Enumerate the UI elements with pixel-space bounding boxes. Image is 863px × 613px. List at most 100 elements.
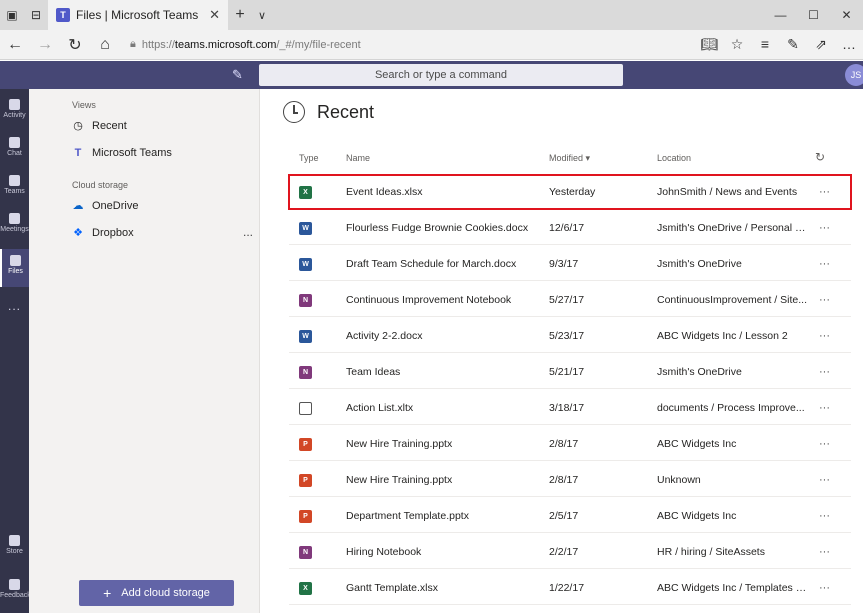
- file-row[interactable]: X Event Ideas.xlsx Yesterday JohnSmith / Ne…: [288, 174, 852, 210]
- cloud-storage-heading: Cloud storage: [72, 180, 129, 190]
- file-row[interactable]: W Activity 2-2.docx 5/23/17 ABC Widgets Inc…: [289, 319, 851, 353]
- maximize-icon[interactable]: ☐: [797, 8, 830, 22]
- calendar-icon: [9, 213, 20, 224]
- close-tab-icon[interactable]: ✕: [209, 7, 220, 23]
- file-row[interactable]: N Continuous Improvement Notebook 5/27/17 C…: [289, 283, 851, 317]
- nav-item-dropbox[interactable]: ❖ Dropbox: [72, 226, 134, 240]
- rail-item-chat[interactable]: Chat: [0, 137, 29, 167]
- file-row[interactable]: Action List.xltx 3/18/17 documents / Proce…: [289, 391, 851, 425]
- lock-icon: 🔒︎: [130, 38, 136, 50]
- file-name[interactable]: Flourless Fudge Brownie Cookies.docx: [346, 222, 536, 234]
- forward-icon[interactable]: →: [30, 36, 60, 54]
- rail-item-teams[interactable]: Teams: [0, 175, 29, 205]
- more-options-icon[interactable]: ···: [819, 294, 830, 306]
- plus-icon: +: [103, 585, 112, 601]
- favorite-star-icon[interactable]: ☆: [723, 36, 751, 53]
- tab-title: Files | Microsoft Teams: [76, 8, 199, 22]
- back-icon[interactable]: ←: [0, 36, 30, 54]
- file-name[interactable]: Hiring Notebook: [346, 546, 536, 558]
- file-modified: 2/5/17: [549, 510, 579, 522]
- add-cloud-storage-button[interactable]: + Add cloud storage: [79, 580, 234, 606]
- file-name[interactable]: Activity 2-2.docx: [346, 330, 536, 342]
- file-name[interactable]: Event Ideas.xlsx: [346, 186, 536, 198]
- one-file-icon: N: [299, 366, 312, 379]
- file-name[interactable]: Draft Team Schedule for March.docx: [346, 258, 536, 270]
- more-options-icon[interactable]: …: [835, 36, 863, 53]
- pptx-file-icon: P: [299, 510, 312, 523]
- file-name[interactable]: Department Template.pptx: [346, 510, 536, 522]
- rail-item-files[interactable]: Files: [0, 249, 29, 287]
- column-header-modified[interactable]: Modified ▾: [549, 153, 590, 164]
- reading-view-icon[interactable]: 📖︎: [695, 36, 723, 53]
- minimize-icon[interactable]: —: [764, 8, 797, 22]
- more-options-icon[interactable]: ···: [819, 366, 830, 378]
- clock-icon: ◷: [73, 120, 83, 132]
- more-options-icon[interactable]: ···: [819, 402, 830, 414]
- more-options-icon[interactable]: ···: [819, 438, 830, 450]
- avatar[interactable]: JS: [845, 64, 863, 86]
- views-heading: Views: [72, 100, 96, 110]
- file-row[interactable]: N Hiring Notebook 2/2/17 HR / hiring / Site…: [289, 535, 851, 569]
- share-icon[interactable]: ⇗: [807, 36, 835, 53]
- favorites-hub-icon[interactable]: ≡: [751, 36, 779, 53]
- nav-item-microsoft-teams[interactable]: T Microsoft Teams: [72, 147, 172, 159]
- compose-icon[interactable]: ✎: [232, 67, 243, 83]
- file-row[interactable]: W Flourless Fudge Brownie Cookies.docx 12/…: [289, 211, 851, 245]
- file-name[interactable]: Team Ideas: [346, 366, 536, 378]
- teams-logo-icon: T: [56, 8, 70, 22]
- search-input[interactable]: Search or type a command: [259, 64, 623, 86]
- nav-item-onedrive[interactable]: ☁ OneDrive: [72, 199, 139, 213]
- column-header-location[interactable]: Location: [657, 153, 691, 163]
- rail-item-feedback[interactable]: Feedback: [0, 579, 31, 609]
- files-nav-panel: Views ◷ Recent T Microsoft Teams Cloud s…: [29, 89, 260, 613]
- rail-item-activity[interactable]: Activity: [0, 99, 29, 129]
- file-name[interactable]: Action List.xltx: [346, 402, 536, 414]
- url-text: https://teams.microsoft.com/_#/my/file-r…: [141, 38, 361, 51]
- more-options-icon[interactable]: ···: [819, 258, 830, 270]
- dropbox-more-icon[interactable]: ...: [243, 225, 253, 239]
- more-options-icon[interactable]: ···: [819, 222, 830, 234]
- file-name[interactable]: Continuous Improvement Notebook: [346, 294, 536, 306]
- nav-item-recent[interactable]: ◷ Recent: [72, 119, 127, 133]
- browser-tab[interactable]: T Files | Microsoft Teams ✕: [48, 0, 228, 30]
- rail-label: Chat: [7, 150, 22, 157]
- file-row[interactable]: X Gantt Template.xlsx 1/22/17 ABC Widgets I…: [289, 571, 851, 605]
- more-options-icon[interactable]: ···: [819, 330, 830, 342]
- rail-more[interactable]: ...: [0, 299, 29, 315]
- home-icon[interactable]: ⌂: [90, 36, 120, 54]
- web-note-icon[interactable]: ✎: [779, 36, 807, 53]
- file-location: Unknown: [657, 474, 701, 486]
- xlsx-file-icon: X: [299, 186, 312, 199]
- column-header-name[interactable]: Name: [346, 153, 370, 163]
- more-options-icon[interactable]: ···: [819, 474, 830, 486]
- set-tabs-aside-icon[interactable]: ⊟: [24, 0, 48, 30]
- refresh-icon[interactable]: ↻: [60, 35, 90, 55]
- rail-item-meetings[interactable]: Meetings: [0, 213, 29, 243]
- tab-list-chevron-icon[interactable]: ∨: [252, 9, 272, 22]
- store-icon: [9, 535, 20, 546]
- more-options-icon[interactable]: ···: [819, 582, 830, 594]
- column-header-type[interactable]: Type: [299, 153, 319, 163]
- one-file-icon: N: [299, 294, 312, 307]
- file-row[interactable]: N Team Ideas 5/21/17 Jsmith's OneDrive ···: [289, 355, 851, 389]
- url-field[interactable]: 🔒︎ https://teams.microsoft.com/_#/my/fil…: [130, 38, 650, 51]
- file-row[interactable]: P New Hire Training.pptx 2/8/17 ABC Widgets…: [289, 427, 851, 461]
- file-row[interactable]: NABC Widgets Inc Notebook1/18/17ABC Widg…: [289, 607, 851, 613]
- more-options-icon[interactable]: ···: [819, 546, 830, 558]
- file-name[interactable]: New Hire Training.pptx: [346, 438, 536, 450]
- file-modified: 5/23/17: [549, 330, 585, 342]
- more-options-icon[interactable]: ···: [819, 186, 830, 198]
- file-row[interactable]: W Draft Team Schedule for March.docx 9/3/1…: [289, 247, 851, 281]
- tab-preview-icon[interactable]: ▣: [0, 0, 24, 30]
- rail-item-store[interactable]: Store: [0, 535, 29, 565]
- close-window-icon[interactable]: ✕: [830, 8, 863, 22]
- more-options-icon[interactable]: ···: [819, 510, 830, 522]
- file-name[interactable]: New Hire Training.pptx: [346, 474, 536, 486]
- refresh-list-icon[interactable]: ↻: [815, 150, 825, 164]
- file-row[interactable]: P Department Template.pptx 2/5/17 ABC Widge…: [289, 499, 851, 533]
- file-row[interactable]: P New Hire Training.pptx 2/8/17 Unknown ···: [289, 463, 851, 497]
- recent-files-view: Recent Type Name Modified ▾ Location ↻ X…: [261, 89, 863, 613]
- pptx-file-icon: P: [299, 474, 312, 487]
- new-tab-icon[interactable]: +: [228, 6, 252, 24]
- file-name[interactable]: Gantt Template.xlsx: [346, 582, 536, 594]
